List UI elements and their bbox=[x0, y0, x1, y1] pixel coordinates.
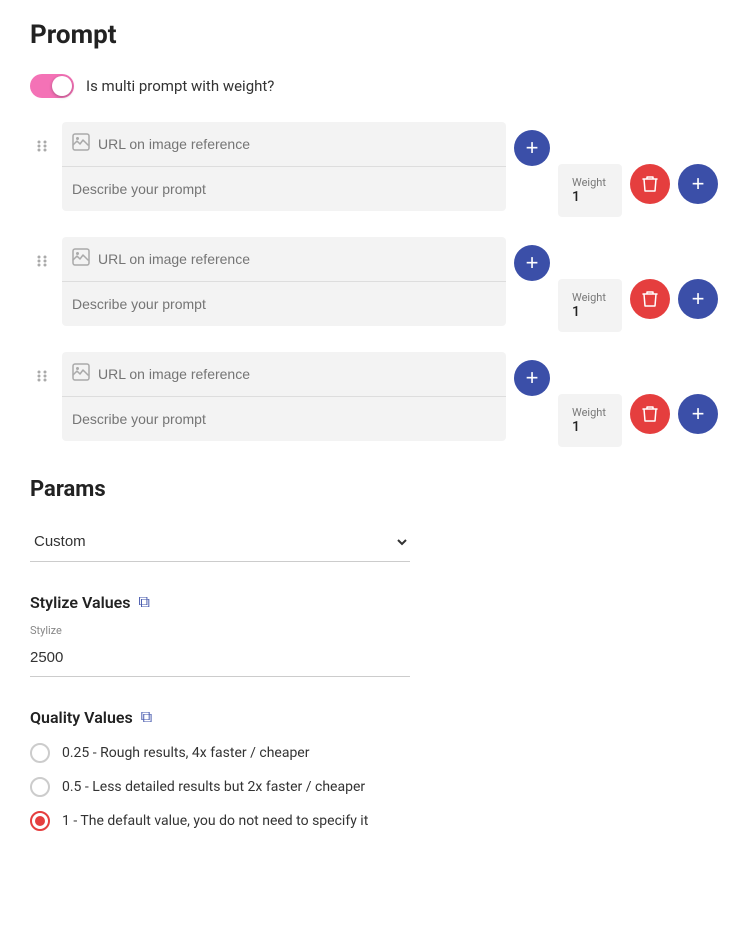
prompt-middle-2: + Weight 1 + bbox=[62, 237, 718, 332]
prompt-fields-1 bbox=[62, 122, 506, 211]
text-input-1[interactable] bbox=[62, 167, 506, 211]
add-prompt-btn-2[interactable]: + bbox=[678, 279, 718, 319]
image-icon-2 bbox=[72, 248, 90, 270]
delete-btn-2[interactable] bbox=[630, 279, 670, 319]
radio-1[interactable] bbox=[30, 743, 50, 763]
weight-box-2: Weight 1 bbox=[558, 279, 622, 332]
prompts-container: + Weight 1 + bbox=[30, 122, 718, 447]
stylize-title: Stylize Values bbox=[30, 593, 131, 612]
weight-label-3: Weight bbox=[572, 406, 608, 419]
weight-value-3: 1 bbox=[572, 419, 608, 435]
btn-group-3: + bbox=[630, 394, 718, 434]
text-input-2[interactable] bbox=[62, 282, 506, 326]
quality-external-link-icon[interactable]: ⧉ bbox=[141, 707, 152, 727]
add-image-btn-3[interactable]: + bbox=[514, 360, 550, 396]
weight-box-1: Weight 1 bbox=[558, 164, 622, 217]
prompt-field-container-2 bbox=[62, 237, 506, 326]
delete-btn-3[interactable] bbox=[630, 394, 670, 434]
prompt-fields-3 bbox=[62, 352, 506, 441]
prompt-block-1: + Weight 1 + bbox=[30, 122, 718, 217]
quality-option-2: 0.5 - Less detailed results but 2x faste… bbox=[30, 777, 718, 797]
prompt-middle-3: + Weight 1 + bbox=[62, 352, 718, 447]
prompt-block-3: + Weight 1 + bbox=[30, 352, 718, 447]
add-prompt-btn-3[interactable]: + bbox=[678, 394, 718, 434]
quality-option-3: 1 - The default value, you do not need t… bbox=[30, 811, 718, 831]
page-title: Prompt bbox=[30, 20, 718, 50]
drag-handle-2[interactable] bbox=[30, 251, 54, 276]
stylize-external-link-icon[interactable]: ⧉ bbox=[139, 592, 150, 612]
weight-value-2: 1 bbox=[572, 304, 608, 320]
radio-label-2: 0.5 - Less detailed results but 2x faste… bbox=[62, 779, 365, 795]
custom-select[interactable]: Custom bbox=[30, 522, 410, 562]
radio-2[interactable] bbox=[30, 777, 50, 797]
radio-label-1: 0.25 - Rough results, 4x faster / cheape… bbox=[62, 745, 309, 761]
delete-btn-1[interactable] bbox=[630, 164, 670, 204]
custom-select-wrapper: Custom bbox=[30, 522, 410, 562]
text-input-3[interactable] bbox=[62, 397, 506, 441]
url-row-3 bbox=[62, 352, 506, 397]
add-prompt-btn-1[interactable]: + bbox=[678, 164, 718, 204]
multi-prompt-toggle[interactable] bbox=[30, 74, 74, 98]
radio-3[interactable] bbox=[30, 811, 50, 831]
url-row-1 bbox=[62, 122, 506, 167]
btn-group-2: + bbox=[630, 279, 718, 319]
stylize-header: Stylize Values ⧉ bbox=[30, 592, 718, 612]
image-icon-3 bbox=[72, 363, 90, 385]
url-input-2[interactable] bbox=[98, 237, 496, 281]
drag-handle-1[interactable] bbox=[30, 136, 54, 161]
url-row-2 bbox=[62, 237, 506, 282]
btn-group-1: + bbox=[630, 164, 718, 204]
image-icon-1 bbox=[72, 133, 90, 155]
add-image-btn-1[interactable]: + bbox=[514, 130, 550, 166]
quality-option-1: 0.25 - Rough results, 4x faster / cheape… bbox=[30, 743, 718, 763]
url-input-3[interactable] bbox=[98, 352, 496, 396]
weight-value-1: 1 bbox=[572, 189, 608, 205]
prompt-block-2: + Weight 1 + bbox=[30, 237, 718, 332]
multi-prompt-toggle-row: Is multi prompt with weight? bbox=[30, 74, 718, 98]
prompt-field-container-1 bbox=[62, 122, 506, 211]
radio-label-3: 1 - The default value, you do not need t… bbox=[62, 813, 368, 829]
stylize-label: Stylize bbox=[30, 624, 410, 637]
quality-header: Quality Values ⧉ bbox=[30, 707, 718, 727]
stylize-input-wrapper: Stylize bbox=[30, 624, 410, 677]
prompt-middle-1: + Weight 1 + bbox=[62, 122, 718, 217]
quality-title: Quality Values bbox=[30, 708, 133, 727]
params-title: Params bbox=[30, 477, 718, 502]
url-input-1[interactable] bbox=[98, 122, 496, 166]
weight-label-1: Weight bbox=[572, 176, 608, 189]
stylize-input[interactable] bbox=[30, 639, 410, 677]
text-row-2 bbox=[62, 282, 506, 326]
toggle-label: Is multi prompt with weight? bbox=[86, 77, 274, 95]
prompt-fields-2 bbox=[62, 237, 506, 326]
weight-box-3: Weight 1 bbox=[558, 394, 622, 447]
drag-handle-3[interactable] bbox=[30, 366, 54, 391]
text-row-3 bbox=[62, 397, 506, 441]
text-row-1 bbox=[62, 167, 506, 211]
weight-label-2: Weight bbox=[572, 291, 608, 304]
add-image-btn-2[interactable]: + bbox=[514, 245, 550, 281]
quality-options-container: 0.25 - Rough results, 4x faster / cheape… bbox=[30, 743, 718, 831]
prompt-field-container-3 bbox=[62, 352, 506, 441]
